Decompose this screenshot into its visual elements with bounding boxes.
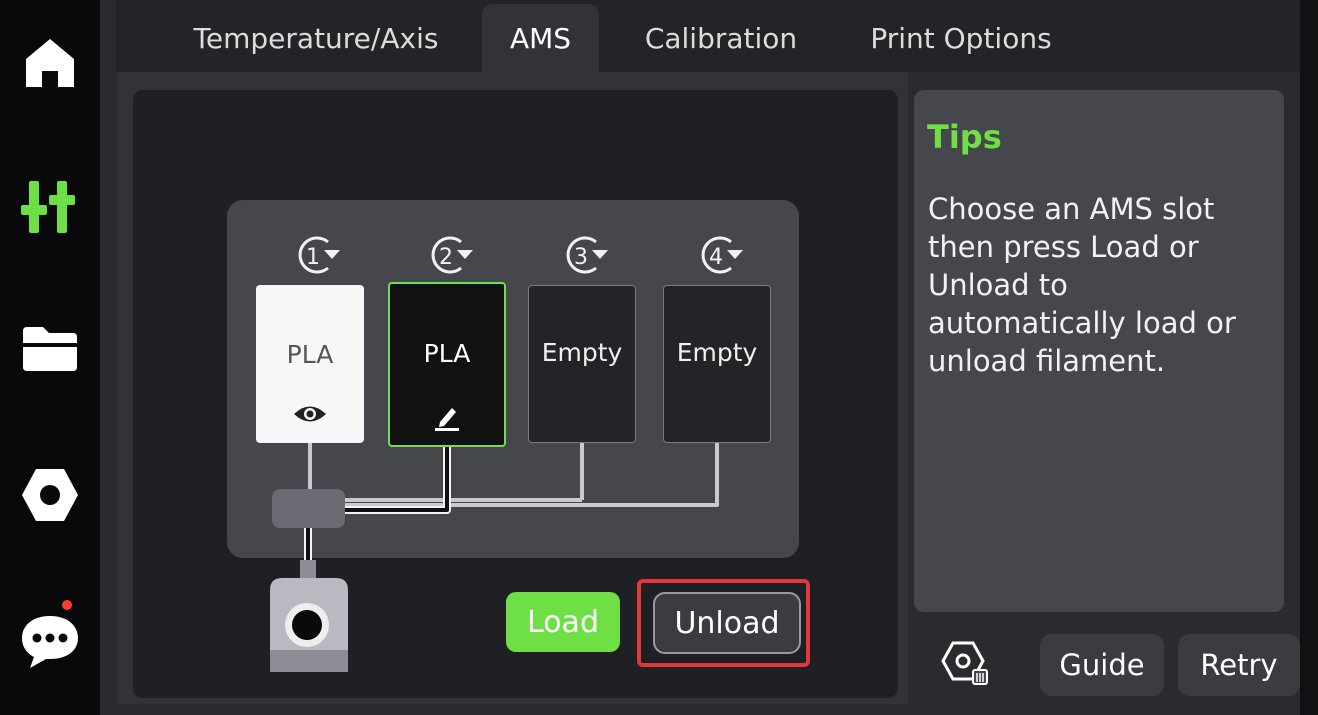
screen-bezel <box>1300 0 1318 715</box>
ams-slot-4[interactable]: Empty <box>663 285 771 443</box>
slot-material-label: PLA <box>423 339 471 368</box>
guide-button[interactable]: Guide <box>1040 634 1164 696</box>
slot-material-label: Empty <box>541 338 623 367</box>
slot-material-label: Empty <box>676 338 758 367</box>
toolhead-icon <box>270 560 348 672</box>
nozzle-settings-button[interactable] <box>938 636 994 692</box>
tips-text: Choose an AMS slot then press Load or Un… <box>928 192 1236 378</box>
ams-slot-3[interactable]: Empty <box>528 285 636 443</box>
slot-material-label: PLA <box>286 340 334 369</box>
ams-slot-2[interactable]: PLA <box>388 282 506 447</box>
load-button[interactable]: Load <box>506 592 620 652</box>
edit-icon[interactable] <box>390 402 504 432</box>
retry-button[interactable]: Retry <box>1178 634 1300 696</box>
eye-icon[interactable] <box>256 403 364 425</box>
filament-hub <box>272 489 345 528</box>
unload-highlight <box>637 579 810 667</box>
tips-title: Tips <box>927 118 1002 156</box>
nozzle-gear-icon <box>941 641 988 685</box>
ams-slot-1[interactable]: PLA <box>256 285 364 443</box>
